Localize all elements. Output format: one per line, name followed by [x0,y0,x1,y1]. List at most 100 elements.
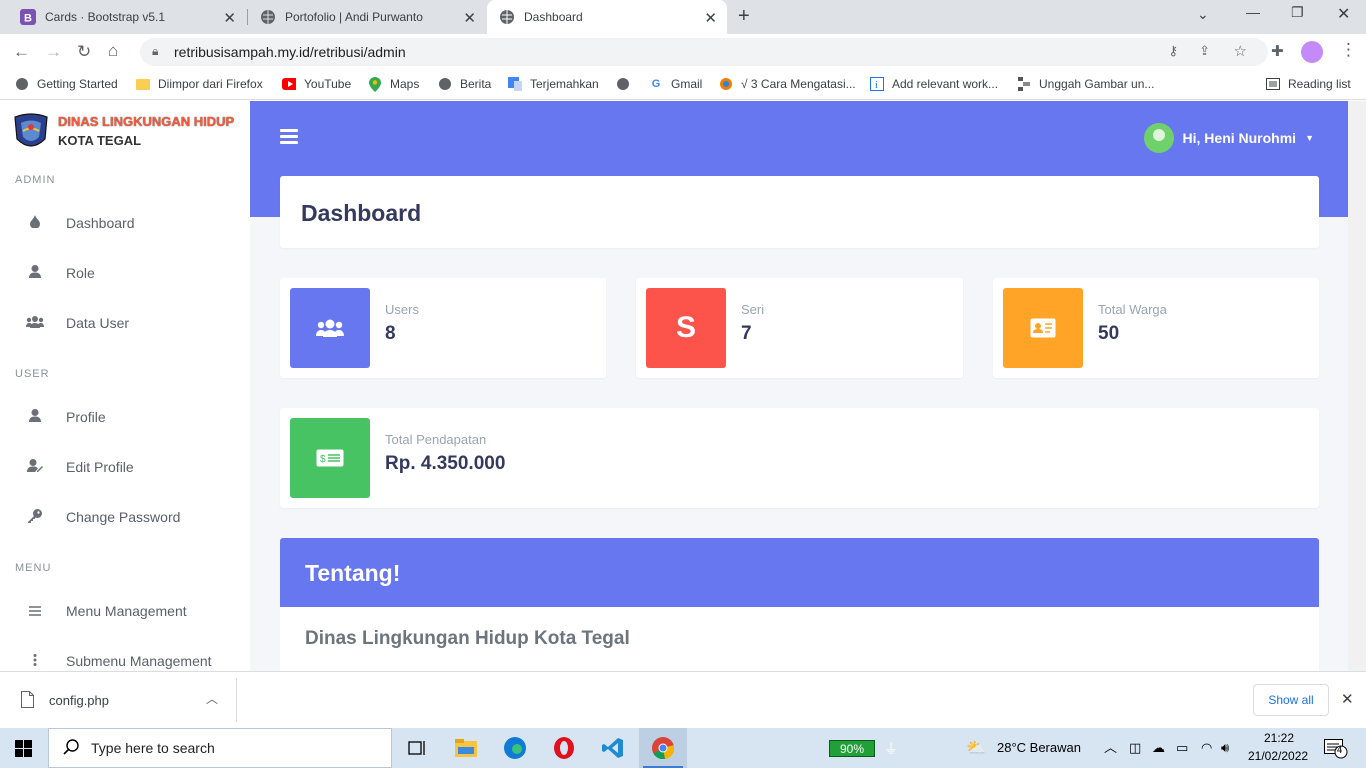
weather-text[interactable]: 28°C Berawan [997,740,1081,755]
extensions-icon[interactable]: ✚ [1271,42,1284,60]
brand-title: DINAS LINGKUNGAN HIDUP [58,114,235,129]
close-tab-icon[interactable]: ✕ [704,9,717,27]
forward-button[interactable]: → [45,42,62,62]
reading-list[interactable]: Reading list [1266,77,1351,91]
omnibox[interactable]: 🔒︎ retribusisampah.my.id/retribusi/admin… [140,38,1268,66]
bookmark-star-icon[interactable]: ☆ [1234,42,1247,60]
sidebar-item-menu-management[interactable]: Menu Management [0,591,250,631]
reading-list-label: Reading list [1288,77,1351,91]
sidebar-item-edit-profile[interactable]: Edit Profile [0,447,250,487]
search-placeholder: Type here to search [91,740,215,756]
sidebar-item-role[interactable]: Role [0,253,250,293]
share-icon[interactable]: ⇪ [1199,43,1210,59]
svg-text:B: B [24,13,32,25]
clock-date[interactable]: 21/02/2022 [1248,749,1308,763]
close-tab-icon[interactable]: ✕ [223,9,236,27]
clock-time[interactable]: 21:22 [1264,731,1294,745]
weather-cloud-sun-icon[interactable]: ⛅ [966,738,986,758]
bookmark-youtube[interactable]: YouTube [282,77,351,91]
sidebar-item-dashboard[interactable]: Dashboard [0,203,250,243]
bookmark-berita[interactable]: Berita [438,77,491,91]
new-tab-button[interactable]: + [738,5,750,28]
onedrive-cloud-icon[interactable]: ☁ [1152,740,1165,756]
edge-icon[interactable] [503,736,527,760]
upload-icon [1017,77,1031,91]
sidebar-heading-menu: MENU [15,562,52,574]
profile-avatar-icon[interactable] [1301,41,1323,63]
sidebar-item-data-user[interactable]: Data User [0,303,250,343]
battery-indicator[interactable]: 90% [829,740,875,757]
windows-start-icon[interactable] [15,740,32,760]
bookmark-label: YouTube [304,77,352,91]
bookmark-label: Maps [390,77,420,91]
meet-now-icon[interactable]: ◫ [1129,740,1141,756]
close-window-button[interactable]: ✕ [1337,4,1350,24]
reload-button[interactable]: ↻ [77,42,91,62]
sidebar-item-change-password[interactable]: Change Password [0,497,250,537]
about-subtitle: Dinas Lingkungan Hidup Kota Tegal [305,628,630,649]
sidebar-toggle-icon[interactable] [280,129,298,144]
globe-icon [616,77,630,91]
reading-list-icon [1266,77,1280,91]
stat-label: Seri [741,302,765,317]
wifi-icon[interactable]: ◠ [1201,740,1212,756]
page-scrollbar[interactable] [1348,101,1366,671]
bookmark-add-relevant-work[interactable]: i Add relevant work... [870,77,998,91]
tab-portofolio[interactable]: Portofolio | Andi Purwanto ✕ [248,0,486,34]
bookmark-maps[interactable]: Maps [368,76,420,92]
bookmark-label: Terjemahkan [530,77,599,91]
bookmark-diimpor[interactable]: Diimpor dari Firefox [136,77,263,91]
file-explorer-icon[interactable] [454,736,478,760]
back-button[interactable]: ← [13,42,30,62]
vscode-icon[interactable] [601,736,625,760]
bookmark-cara-mengatasi[interactable]: √ 3 Cara Mengatasi... [719,77,856,91]
youtube-icon [282,77,296,91]
stat-card-seri: S Seri 7 [636,278,963,378]
chrome-menu-icon[interactable]: ⋮ [1340,40,1357,60]
bookmark-label: Unggah Gambar un... [1039,77,1155,91]
sidebar-item-submenu-management[interactable]: Submenu Management [0,641,250,671]
stat-value: 50 [1098,323,1120,344]
volume-icon[interactable]: 🔊︎ [1221,740,1229,756]
opera-icon[interactable] [552,736,576,760]
close-tab-icon[interactable]: ✕ [463,9,476,27]
restore-button[interactable]: ❐ [1291,4,1304,21]
info-icon: i [870,77,884,91]
minimize-button[interactable]: — [1246,4,1260,20]
globe-icon [438,77,452,91]
sidebar-item-profile[interactable]: Profile [0,397,250,437]
user-icon [26,265,44,281]
fire-icon [26,215,44,231]
user-greeting: Hi, Heni Nurohmi [1182,130,1297,146]
tab-search-icon[interactable]: ⌄ [1197,6,1209,23]
home-button[interactable]: ⌂ [108,41,118,61]
bookmark-globe[interactable] [616,77,638,91]
chrome-taskbar-item[interactable] [639,728,687,768]
chevron-up-icon[interactable]: ︿ [206,690,218,707]
plug-icon: ⏚ [884,741,898,757]
sidebar-item-label: Data User [66,315,130,331]
url-text[interactable]: retribusisampah.my.id/retribusi/admin [174,44,406,60]
close-shelf-icon[interactable]: ✕ [1341,690,1354,708]
download-filename[interactable]: config.php [49,693,109,708]
notification-count: 4 [1337,745,1343,755]
pinwheel-icon [719,77,733,91]
lock-icon[interactable]: 🔒︎ [152,44,158,59]
notification-center-icon[interactable]: 4 [1324,739,1348,762]
user-dropdown[interactable]: Hi, Heni Nurohmi ▼ [1143,123,1314,153]
chevron-up-icon[interactable]: ︿ [1104,737,1117,756]
seri-icon: S [646,288,726,368]
key-icon[interactable]: ⚷ [1168,43,1178,59]
show-all-button[interactable]: Show all [1253,684,1329,716]
bookmark-label: √ 3 Cara Mengatasi... [741,77,856,91]
bookmark-terjemahkan[interactable]: Terjemahkan [508,77,599,91]
bookmark-label: Getting Started [37,77,118,91]
network-icon[interactable]: ▭ [1176,740,1188,756]
bookmark-gmail[interactable]: G Gmail [649,77,703,91]
taskbar-search-input[interactable]: Type here to search [48,728,392,768]
bookmark-unggah-gambar[interactable]: Unggah Gambar un... [1017,77,1154,91]
tab-cards-bootstrap[interactable]: B Cards · Bootstrap v5.1 ✕ [0,0,246,34]
tab-dashboard[interactable]: Dashboard ✕ [487,0,727,34]
task-view-icon[interactable] [405,736,429,760]
bookmark-getting-started[interactable]: Getting Started [15,77,118,91]
